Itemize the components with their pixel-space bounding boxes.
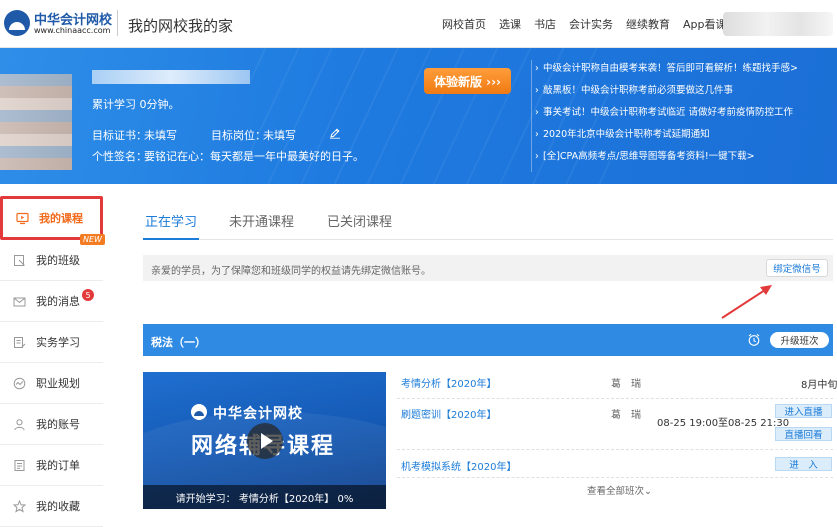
lesson-link[interactable]: 机考模拟系统【2020年】 [401,458,516,473]
news-list: 中级会计职称自由模考来袭！答后即可看解析！练题找手感> 敲黑板！中级会计职称考前… [531,60,831,170]
sidebar-item-career-planning[interactable]: 职业规划 [0,363,103,404]
course-header: 税法（一） 升级班次 [143,324,833,356]
user-account-area[interactable] [723,12,833,36]
nav-app[interactable]: App看课 [683,16,727,32]
order-icon [12,458,26,472]
lesson-link[interactable]: 考情分析【2020年】 [401,375,496,390]
course-title: 税法（一） [151,336,206,349]
course-tabs: 正在学习 未开通课程 已关闭课程 [143,198,833,240]
sidebar-item-label: 我的订单 [36,459,80,472]
lesson-row: 刷题密训【2020年】 葛 瑞 08-25 19:00至08-25 21:30 … [397,399,833,450]
sidebar-item-my-class[interactable]: 我的班级 NEW [0,234,105,281]
active-tab-indicator [143,238,199,240]
lesson-row: 考情分析【2020年】 葛 瑞 8月中旬 [397,372,837,399]
video-caption[interactable]: 请开始学习： 考情分析【2020年】 0% [143,485,386,509]
news-item[interactable]: 敲黑板！中级会计职称考前必须要做这几件事 [531,82,831,104]
profile-banner: 累计学习 0分钟。 目标证书： 未填写 目标岗位： 未填写 个性签名： 要铭记在… [0,48,837,184]
bind-wechat-button[interactable]: 绑定微信号 [766,259,828,277]
try-new-version-button[interactable]: 体验新版 ››› [424,68,511,94]
sidebar: 我的课程 我的班级 NEW 我的消息 5 实务学习 职业规划 我的账号 我的订单… [0,196,105,527]
sidebar-item-label: 我的班级 [36,254,80,267]
message-count-badge: 5 [82,289,94,301]
user-icon [12,417,26,431]
cert-value: 未填写 [144,129,177,142]
lesson-time: 8月中旬 [801,380,837,391]
new-badge: NEW [80,234,105,245]
lesson-teacher: 葛 瑞 [611,410,641,421]
lesson-teacher: 葛 瑞 [611,379,641,390]
header-divider [117,10,118,36]
view-all-classes-link[interactable]: 查看全部班次⌄ [587,483,652,497]
user-name [92,70,250,84]
news-item[interactable]: 事关考试！中级会计职称考试临近 请做好考前疫情防控工作 [531,104,831,126]
logo-mark-icon [4,10,30,36]
lesson-time: 08-25 19:00至08-25 21:30 [657,418,790,429]
nav-accounting-practice[interactable]: 会计实务 [569,16,613,32]
document-edit-icon [12,335,26,349]
sidebar-item-my-orders[interactable]: 我的订单 [0,445,103,486]
study-time: 累计学习 0分钟。 [92,98,180,111]
tab-closed[interactable]: 已关闭课程 [327,211,392,230]
nav-bookstore[interactable]: 书店 [534,16,556,32]
sidebar-item-label: 我的收藏 [36,500,80,513]
site-logo[interactable]: 中华会计网校 www.chinaacc.com [4,7,114,41]
sidebar-item-label: 我的账号 [36,418,80,431]
top-nav: 网校首页 选课 书店 会计实务 继续教育 App看课 [442,16,740,32]
sidebar-item-label: 我的课程 [39,212,83,225]
wechat-bind-notice: 亲爱的学员，为了保障您和班级同学的权益请先绑定微信账号。 绑定微信号 [143,255,833,281]
nav-home[interactable]: 网校首页 [442,16,486,32]
nav-continuing-education[interactable]: 继续教育 [626,16,670,32]
sidebar-item-label: 我的消息 [36,295,80,308]
enter-button[interactable]: 进 入 [775,457,832,471]
logo-mark-icon [191,404,207,420]
course-video-thumbnail[interactable]: 中华会计网校 网络辅导课程 请开始学习： 考情分析【2020年】 0% [143,372,386,509]
sidebar-item-practice-study[interactable]: 实务学习 [0,322,103,363]
play-icon[interactable] [247,423,283,459]
avatar[interactable] [0,74,72,170]
notice-text: 亲爱的学员，为了保障您和班级同学的权益请先绑定微信账号。 [151,266,431,277]
sidebar-item-label: 职业规划 [36,377,80,390]
video-brand: 中华会计网校 [213,406,303,422]
page-slogan: 我的网校我的家 [128,17,234,35]
top-header: 中华会计网校 www.chinaacc.com 我的网校我的家 网校首页 选课 … [0,0,837,48]
alarm-clock-icon[interactable] [747,333,761,347]
lesson-row: 机考模拟系统【2020年】 进 入 [397,450,833,478]
logo-url: www.chinaacc.com [34,26,111,35]
mail-icon [12,294,26,308]
sidebar-item-my-favorites[interactable]: 我的收藏 [0,486,103,527]
signature-value: 要铭记在心：每天都是一年中最美好的日子。 [144,150,364,163]
monitor-icon [15,211,29,225]
cert-label: 目标证书： [92,129,147,142]
news-item[interactable]: [全]CPA高频考点/思维导图等备考资料!一键下载> [531,148,831,170]
news-item[interactable]: 中级会计职称自由模考来袭！答后即可看解析！练题找手感> [531,60,831,82]
sidebar-item-my-account[interactable]: 我的账号 [0,404,103,445]
class-icon [12,253,26,267]
signature-label: 个性签名： [92,150,147,163]
position-value: 未填写 [263,129,296,142]
live-replay-button[interactable]: 直播回看 [775,427,832,441]
annotation-arrow-icon [721,285,772,319]
tab-not-activated[interactable]: 未开通课程 [229,211,294,230]
edit-icon[interactable] [329,127,341,139]
upgrade-class-button[interactable]: 升级班次 [770,332,829,348]
nav-select-course[interactable]: 选课 [499,16,521,32]
star-icon [12,499,26,513]
lesson-link[interactable]: 刷题密训【2020年】 [401,406,496,421]
position-label: 目标岗位： [211,129,266,142]
sidebar-item-my-messages[interactable]: 我的消息 5 [0,281,103,322]
tab-learning[interactable]: 正在学习 [145,211,197,230]
chart-icon [12,376,26,390]
sidebar-item-label: 实务学习 [36,336,80,349]
enter-live-button[interactable]: 进入直播 [775,404,832,418]
news-item[interactable]: 2020年北京中级会计职称考试延期通知 [531,126,831,148]
